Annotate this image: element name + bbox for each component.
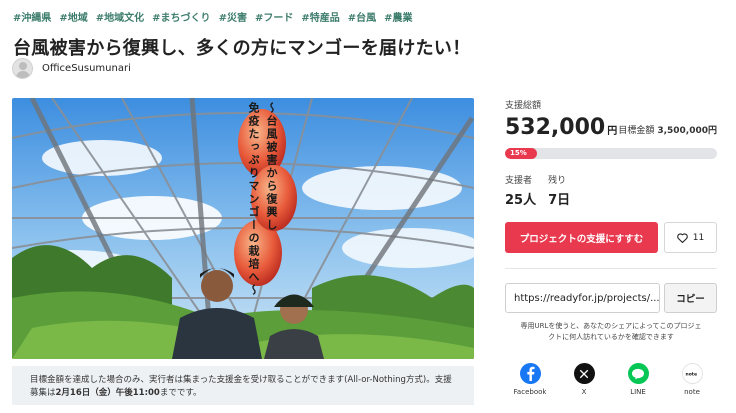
total-label: 支援総額 (505, 101, 542, 111)
like-button[interactable]: 11 (664, 222, 717, 253)
target-amount: 目標金額 3,500,000円 (618, 123, 717, 136)
remaining-label: 残り (548, 176, 567, 186)
share-note-line-1: 専用URLを使うと、あなたのシェアによってこのプロジェ (520, 322, 702, 330)
svg-text:note: note (685, 371, 697, 377)
progress-percent: 15% (510, 149, 527, 157)
project-title: 台風被害から復興し、多くの方にマンゴーを届けたい！ (13, 38, 471, 59)
support-button[interactable]: プロジェクトの支援にすすむ (505, 222, 658, 253)
line-icon (627, 363, 649, 384)
copy-button[interactable]: コピー (664, 283, 717, 313)
social-share-list: Facebook X LINE note note (505, 363, 717, 396)
owner-name[interactable]: OfficeSusumunari (42, 63, 131, 74)
note-icon: note (681, 363, 703, 384)
share-line[interactable]: LINE (615, 363, 661, 396)
tag-region[interactable]: #地域 (59, 9, 87, 24)
tag-agriculture[interactable]: #農業 (384, 9, 412, 24)
supporters-label: 支援者 (505, 176, 533, 186)
line-label: LINE (630, 388, 646, 396)
tag-okinawa[interactable]: #沖縄県 (13, 9, 51, 24)
x-icon (573, 363, 595, 384)
funding-panel: 支援総額 532,000 円 目標金額 3,500,000円 15% 支援者 25… (505, 98, 717, 396)
like-count: 11 (692, 232, 705, 243)
tag-town-building[interactable]: #まちづくり (152, 9, 210, 24)
supporters-stat: 支援者 25人 (505, 173, 536, 208)
divider (505, 268, 717, 269)
hero-caption-line-2: 免疫たっぷりマンゴーの栽培へ〜 (247, 102, 260, 297)
target-label: 目標金額 (618, 126, 655, 136)
remaining-value: 7日 (548, 193, 571, 208)
heart-icon (676, 232, 688, 243)
share-note: 専用URLを使うと、あなたのシェアによってこのプロジェ クトに何人訪れているかを… (505, 321, 717, 343)
tag-food[interactable]: #フード (255, 9, 293, 24)
tag-list: #沖縄県 #地域 #地域文化 #まちづくり #災害 #フード #特産品 #台風 … (13, 9, 413, 24)
facebook-icon (519, 363, 541, 384)
note-label: note (684, 388, 700, 396)
project-owner[interactable]: OfficeSusumunari (12, 58, 131, 79)
share-note-line-2: クトに何人訪れているかを確認できます (548, 333, 674, 341)
tag-disaster[interactable]: #災害 (219, 9, 247, 24)
hero-caption-line-1: 〜台風被害から復興し (265, 102, 278, 232)
tag-specialty[interactable]: #特産品 (301, 9, 339, 24)
target-value: 3,500,000円 (657, 126, 717, 136)
progress-bar: 15% (505, 148, 717, 159)
share-x[interactable]: X (561, 363, 607, 396)
notice-deadline: 2月16日（金）午後11:00 (55, 388, 160, 398)
facebook-label: Facebook (513, 388, 547, 396)
x-label: X (581, 388, 587, 396)
amount-value: 532,000 (505, 115, 606, 140)
tag-typhoon[interactable]: #台風 (348, 9, 376, 24)
avatar (12, 58, 33, 79)
hero-image: 〜台風被害から復興し 免疫たっぷりマンゴーの栽培へ〜 (12, 98, 474, 359)
share-note[interactable]: note note (669, 363, 715, 396)
hero-caption: 〜台風被害から復興し 免疫たっぷりマンゴーの栽培へ〜 (244, 102, 280, 302)
notice-text-end: までです。 (159, 388, 202, 398)
tag-local-culture[interactable]: #地域文化 (96, 9, 144, 24)
all-or-nothing-notice: 目標金額を達成した場合のみ、実行者は集まった支援金を受け取ることができます(Al… (12, 366, 474, 405)
supporters-value: 25人 (505, 193, 537, 208)
share-url-field[interactable]: https://readyfor.jp/projects/... (505, 283, 660, 313)
funding-amount: 532,000 円 (505, 115, 617, 140)
remaining-stat: 残り 7日 (548, 173, 570, 208)
share-facebook[interactable]: Facebook (507, 363, 553, 396)
amount-unit: 円 (607, 126, 618, 137)
